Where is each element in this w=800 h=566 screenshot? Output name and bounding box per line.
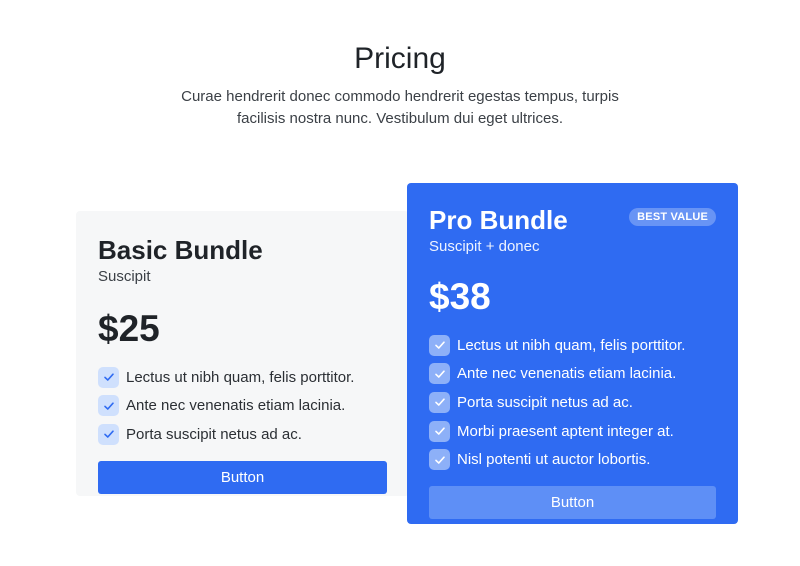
feature-text: Lectus ut nibh quam, felis porttitor. <box>126 368 355 386</box>
feature-item: Ante nec venenatis etiam lacinia. <box>429 360 716 389</box>
best-value-badge: BEST VALUE <box>629 208 716 226</box>
feature-text: Porta suscipit netus ad ac. <box>126 425 302 443</box>
feature-text: Porta suscipit netus ad ac. <box>457 393 633 411</box>
basic-plan-card: Basic Bundle Suscipit $25 Lectus ut nibh… <box>76 211 409 496</box>
feature-text: Morbi praesent aptent integer at. <box>457 422 674 440</box>
plan-price: $38 <box>429 276 491 317</box>
plan-name: Basic Bundle <box>98 235 263 265</box>
pricing-header: Pricing Curae hendrerit donec commodo he… <box>0 40 800 130</box>
page-subtitle: Curae hendrerit donec commodo hendrerit … <box>181 88 619 127</box>
basic-plan-button[interactable]: Button <box>98 460 387 494</box>
check-icon <box>429 449 450 471</box>
feature-list: Lectus ut nibh quam, felis porttitor. An… <box>98 363 387 449</box>
pricing-page: Pricing Curae hendrerit donec commodo he… <box>0 0 800 566</box>
check-icon <box>98 366 119 388</box>
plan-subtitle: Suscipit <box>98 268 151 285</box>
check-icon <box>429 420 450 442</box>
page-title: Pricing <box>354 42 446 75</box>
pro-plan-card: BEST VALUE Pro Bundle Suscipit + donec $… <box>407 183 738 524</box>
check-icon <box>429 334 450 356</box>
feature-item: Lectus ut nibh quam, felis porttitor. <box>98 363 387 392</box>
feature-item: Porta suscipit netus ad ac. <box>98 420 387 449</box>
feature-text: Ante nec venenatis etiam lacinia. <box>457 365 677 383</box>
feature-item: Morbi praesent aptent integer at. <box>429 417 716 446</box>
pro-plan-button[interactable]: Button <box>429 485 716 519</box>
check-icon <box>429 391 450 413</box>
plan-subtitle: Suscipit + donec <box>429 238 540 255</box>
feature-item: Nisl potenti ut auctor lobortis. <box>429 445 716 474</box>
check-icon <box>98 423 119 445</box>
feature-text: Nisl potenti ut auctor lobortis. <box>457 451 651 469</box>
plan-price: $25 <box>98 308 160 349</box>
check-icon <box>429 363 450 385</box>
feature-item: Lectus ut nibh quam, felis porttitor. <box>429 331 716 360</box>
feature-text: Ante nec venenatis etiam lacinia. <box>126 397 346 415</box>
feature-text: Lectus ut nibh quam, felis porttitor. <box>457 336 686 354</box>
feature-item: Ante nec venenatis etiam lacinia. <box>98 392 387 421</box>
feature-list: Lectus ut nibh quam, felis porttitor. An… <box>429 331 716 474</box>
feature-item: Porta suscipit netus ad ac. <box>429 388 716 417</box>
check-icon <box>98 395 119 417</box>
